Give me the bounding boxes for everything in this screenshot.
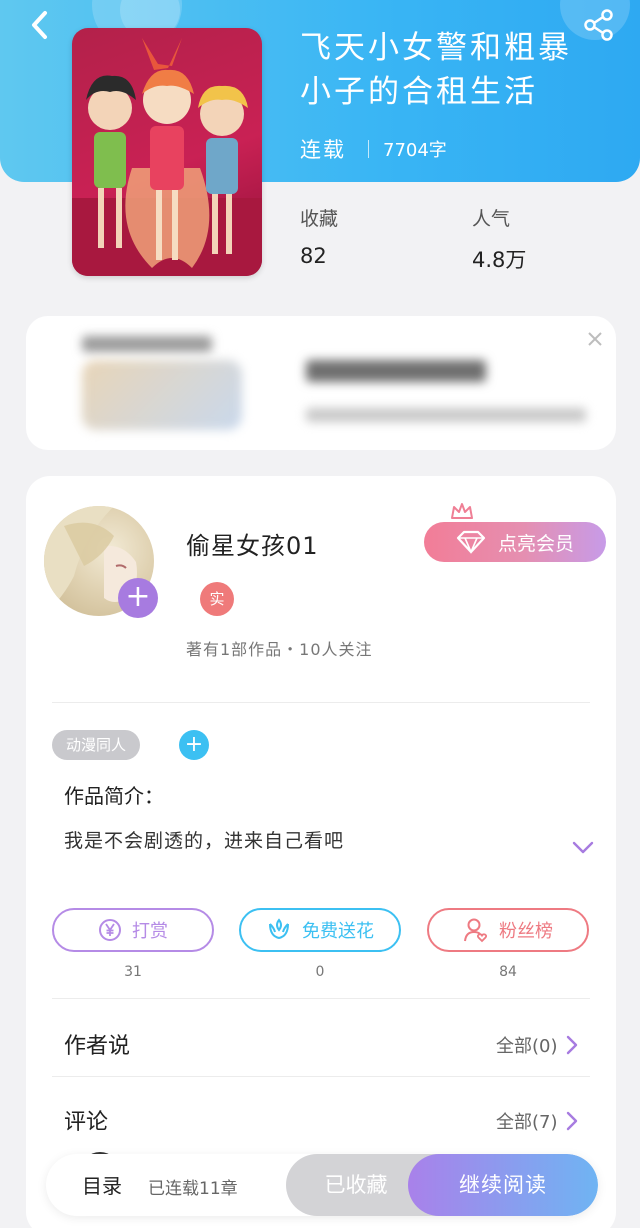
chevron-right-icon — [566, 1035, 578, 1055]
author-card: + 偷星女孩01 实 著有1部作品・10人关注 点亮会员 动漫同人 + 作品简介… — [26, 476, 616, 1228]
chapter-count: 已连载11章 — [148, 1179, 238, 1199]
ad-banner[interactable] — [26, 316, 616, 450]
tip-count: 31 — [124, 964, 142, 980]
divider — [368, 140, 369, 158]
comments-label: 评论 — [64, 1110, 109, 1135]
author-says-all-link[interactable]: 全部(0) — [496, 1032, 578, 1058]
back-button[interactable] — [22, 6, 58, 42]
cover-illustration — [72, 38, 262, 276]
ad-image-blur — [82, 360, 242, 430]
continue-reading-button[interactable]: 继续阅读 — [408, 1154, 598, 1216]
chevron-right-icon — [566, 1111, 578, 1131]
word-count: 7704字 — [383, 140, 447, 161]
favorites-label: 收藏 — [300, 208, 339, 230]
comments-all-link[interactable]: 全部(7) — [496, 1108, 578, 1134]
diamond-icon — [456, 530, 486, 554]
divider — [52, 702, 590, 703]
bottom-action-bar: 目录 已连载11章 已收藏 继续阅读 — [46, 1154, 598, 1216]
tip-label: 打赏 — [132, 921, 168, 942]
send-flower-label: 免费送花 — [302, 921, 374, 942]
book-status-row: 连载 7704字 — [300, 134, 447, 164]
divider — [52, 998, 590, 999]
popularity-label: 人气 — [472, 208, 511, 230]
vip-button-label: 点亮会员 — [497, 532, 574, 555]
tip-button[interactable]: 打赏 — [52, 908, 214, 952]
verified-badge: 实 — [200, 582, 234, 616]
ad-text-blur — [82, 336, 212, 352]
serial-status: 连载 — [300, 138, 346, 162]
table-of-contents-button[interactable]: 目录 — [82, 1170, 122, 1199]
author-says-label: 作者说 — [64, 1034, 131, 1059]
fan-ranking-label: 粉丝榜 — [499, 921, 553, 942]
yen-coin-icon — [98, 918, 122, 942]
send-flower-button[interactable]: 免费送花 — [239, 908, 401, 952]
book-cover-image[interactable] — [72, 28, 262, 276]
flower-count: 0 — [315, 964, 325, 980]
chevron-down-icon[interactable] — [572, 840, 594, 859]
author-says-count: 全部(0) — [496, 1036, 558, 1057]
author-meta: 著有1部作品・10人关注 — [186, 640, 373, 659]
divider — [52, 1076, 590, 1077]
fan-ranking-button[interactable]: 粉丝榜 — [427, 908, 589, 952]
favorites-count: 82 — [300, 244, 327, 268]
ad-desc-blur — [306, 408, 586, 422]
intro-text: 我是不会剧透的，进来自己看吧 — [64, 830, 345, 852]
chevron-left-icon — [32, 11, 47, 39]
add-tag-button[interactable]: + — [179, 730, 209, 760]
intro-label: 作品简介： — [64, 784, 164, 808]
book-title: 飞天小女警和粗暴小子的合租生活 — [300, 30, 572, 110]
comments-count: 全部(7) — [496, 1112, 558, 1133]
flower-icon — [266, 918, 292, 942]
author-name[interactable]: 偷星女孩01 — [186, 526, 319, 561]
ad-title-blur — [306, 360, 486, 382]
fan-user-icon — [463, 917, 489, 943]
follow-author-button[interactable]: + — [118, 578, 158, 618]
ad-close-icon[interactable] — [586, 330, 604, 352]
fan-count: 84 — [499, 964, 517, 980]
vip-button[interactable]: 点亮会员 — [424, 522, 606, 562]
genre-tag[interactable]: 动漫同人 — [52, 730, 141, 760]
popularity-count: 4.8万 — [472, 248, 527, 272]
